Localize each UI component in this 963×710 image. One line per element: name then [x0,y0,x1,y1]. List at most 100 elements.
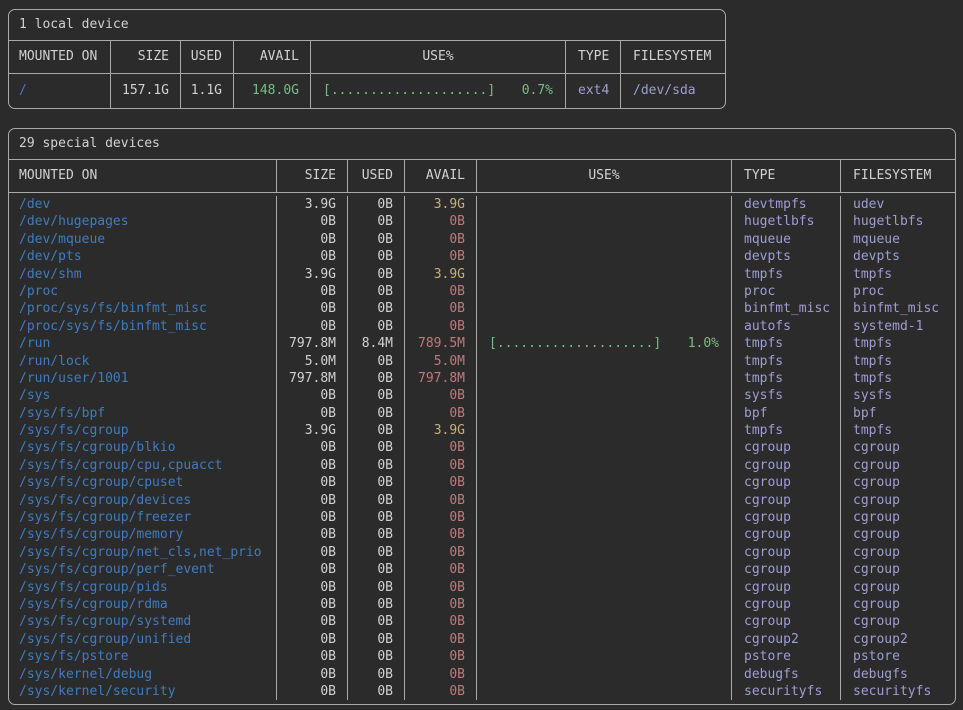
table-row: /sys/fs/cgroup/freezer0B0B0Bcgroupcgroup [9,509,955,526]
table-row: /sys/fs/cgroup/rdma0B0B0Bcgroupcgroup [9,596,955,613]
cell-type: proc [732,283,841,300]
cell-size: 0B [277,683,348,700]
table-row: /proc0B0B0Bprocproc [9,283,955,300]
cell-size: 3.9G [277,266,348,283]
cell-filesystem: cgroup [841,439,955,456]
cell-avail: 3.9G [405,266,477,283]
cell-use-percent [477,387,732,404]
cell-avail: 0B [405,509,477,526]
table-title-local-devices: 1 local device [9,10,725,41]
cell-avail: 0B [405,683,477,700]
cell-filesystem: cgroup [841,457,955,474]
cell-filesystem: sysfs [841,387,955,404]
header-size: SIZE [277,160,348,192]
cell-use-percent [477,353,732,370]
cell-type: devpts [732,248,841,265]
cell-mounted-on: /sys/fs/cgroup/cpu,cpuacct [9,457,277,474]
cell-size: 0B [277,631,348,648]
table-row: /dev/pts0B0B0Bdevptsdevpts [9,248,955,265]
cell-filesystem: cgroup [841,579,955,596]
cell-avail: 0B [405,492,477,509]
table-row: /run/lock5.0M0B5.0Mtmpfstmpfs [9,353,955,370]
cell-type: tmpfs [732,370,841,387]
table-header-row: MOUNTED ONSIZEUSEDAVAILUSE%TYPEFILESYSTE… [9,41,725,74]
cell-avail: 0B [405,387,477,404]
cell-type: cgroup [732,439,841,456]
cell-mounted-on: /proc/sys/fs/binfmt_misc [9,318,277,335]
cell-avail: 0B [405,213,477,230]
cell-used: 0B [348,631,405,648]
table-row: /sys/fs/cgroup/memory0B0B0Bcgroupcgroup [9,526,955,543]
cell-mounted-on: /sys/kernel/security [9,683,277,700]
cell-mounted-on: /sys/fs/cgroup/pids [9,579,277,596]
cell-filesystem: hugetlbfs [841,213,955,230]
cell-use-percent [477,266,732,283]
cell-size: 0B [277,213,348,230]
cell-avail: 0B [405,666,477,683]
table-row: /dev3.9G0B3.9Gdevtmpfsudev [9,196,955,213]
cell-avail: 3.9G [405,196,477,213]
cell-used: 0B [348,613,405,630]
cell-use-percent [477,213,732,230]
cell-type: cgroup [732,579,841,596]
terminal-screen: 1 local device MOUNTED ONSIZEUSEDAVAILUS… [8,9,955,705]
table-row: /sys/kernel/security0B0B0Bsecurityfssecu… [9,683,955,700]
table-row: /proc/sys/fs/binfmt_misc0B0B0Bautofssyst… [9,318,955,335]
usage-bar: [....................] [323,74,495,108]
cell-avail: 0B [405,579,477,596]
cell-mounted-on: /sys/fs/cgroup/rdma [9,596,277,613]
cell-used: 0B [348,213,405,230]
cell-type: tmpfs [732,335,841,352]
cell-filesystem: cgroup [841,596,955,613]
usage-percent-value: 1.0% [688,335,719,352]
cell-size: 3.9G [277,196,348,213]
cell-mounted-on: /sys/fs/cgroup/unified [9,631,277,648]
cell-size: 0B [277,405,348,422]
cell-used: 0B [348,318,405,335]
cell-filesystem: tmpfs [841,422,955,439]
cell-size: 0B [277,387,348,404]
header-filesystem: FILESYSTEM [841,160,955,192]
cell-size: 797.8M [277,335,348,352]
cell-filesystem: cgroup [841,509,955,526]
cell-use-percent [477,526,732,543]
cell-use-percent [477,579,732,596]
table-row: /sys0B0B0Bsysfssysfs [9,387,955,404]
table-row: /run797.8M8.4M789.5M[...................… [9,335,955,352]
cell-used: 0B [348,596,405,613]
cell-mounted-on: /sys/fs/cgroup/cpuset [9,474,277,491]
header-mounted-on: MOUNTED ON [9,160,277,192]
cell-use-percent [477,544,732,561]
cell-size: 0B [277,509,348,526]
cell-type: cgroup2 [732,631,841,648]
cell-avail: 0B [405,631,477,648]
cell-mounted-on: /sys [9,387,277,404]
table-row: /sys/fs/pstore0B0B0Bpstorepstore [9,648,955,665]
cell-filesystem: binfmt_misc [841,300,955,317]
cell-use-percent [477,509,732,526]
cell-filesystem: securityfs [841,683,955,700]
cell-mounted-on: /sys/fs/pstore [9,648,277,665]
table-row: /sys/fs/cgroup/perf_event0B0B0Bcgroupcgr… [9,561,955,578]
cell-filesystem: cgroup [841,526,955,543]
cell-use-percent [477,283,732,300]
cell-size: 0B [277,248,348,265]
cell-use-percent [477,231,732,248]
cell-filesystem: cgroup [841,474,955,491]
cell-avail: 0B [405,526,477,543]
cell-mounted-on: /sys/fs/cgroup/freezer [9,509,277,526]
cell-size: 0B [277,648,348,665]
cell-used: 0B [348,300,405,317]
cell-mounted-on: /proc [9,283,277,300]
cell-type: cgroup [732,544,841,561]
cell-use-percent [477,631,732,648]
cell-used: 0B [348,370,405,387]
cell-mounted-on: /sys/fs/cgroup/memory [9,526,277,543]
cell-filesystem: proc [841,283,955,300]
cell-used: 0B [348,492,405,509]
cell-size: 0B [277,318,348,335]
cell-used: 0B [348,353,405,370]
header-filesystem: FILESYSTEM [621,41,725,73]
cell-size: 0B [277,474,348,491]
cell-size: 3.9G [277,422,348,439]
